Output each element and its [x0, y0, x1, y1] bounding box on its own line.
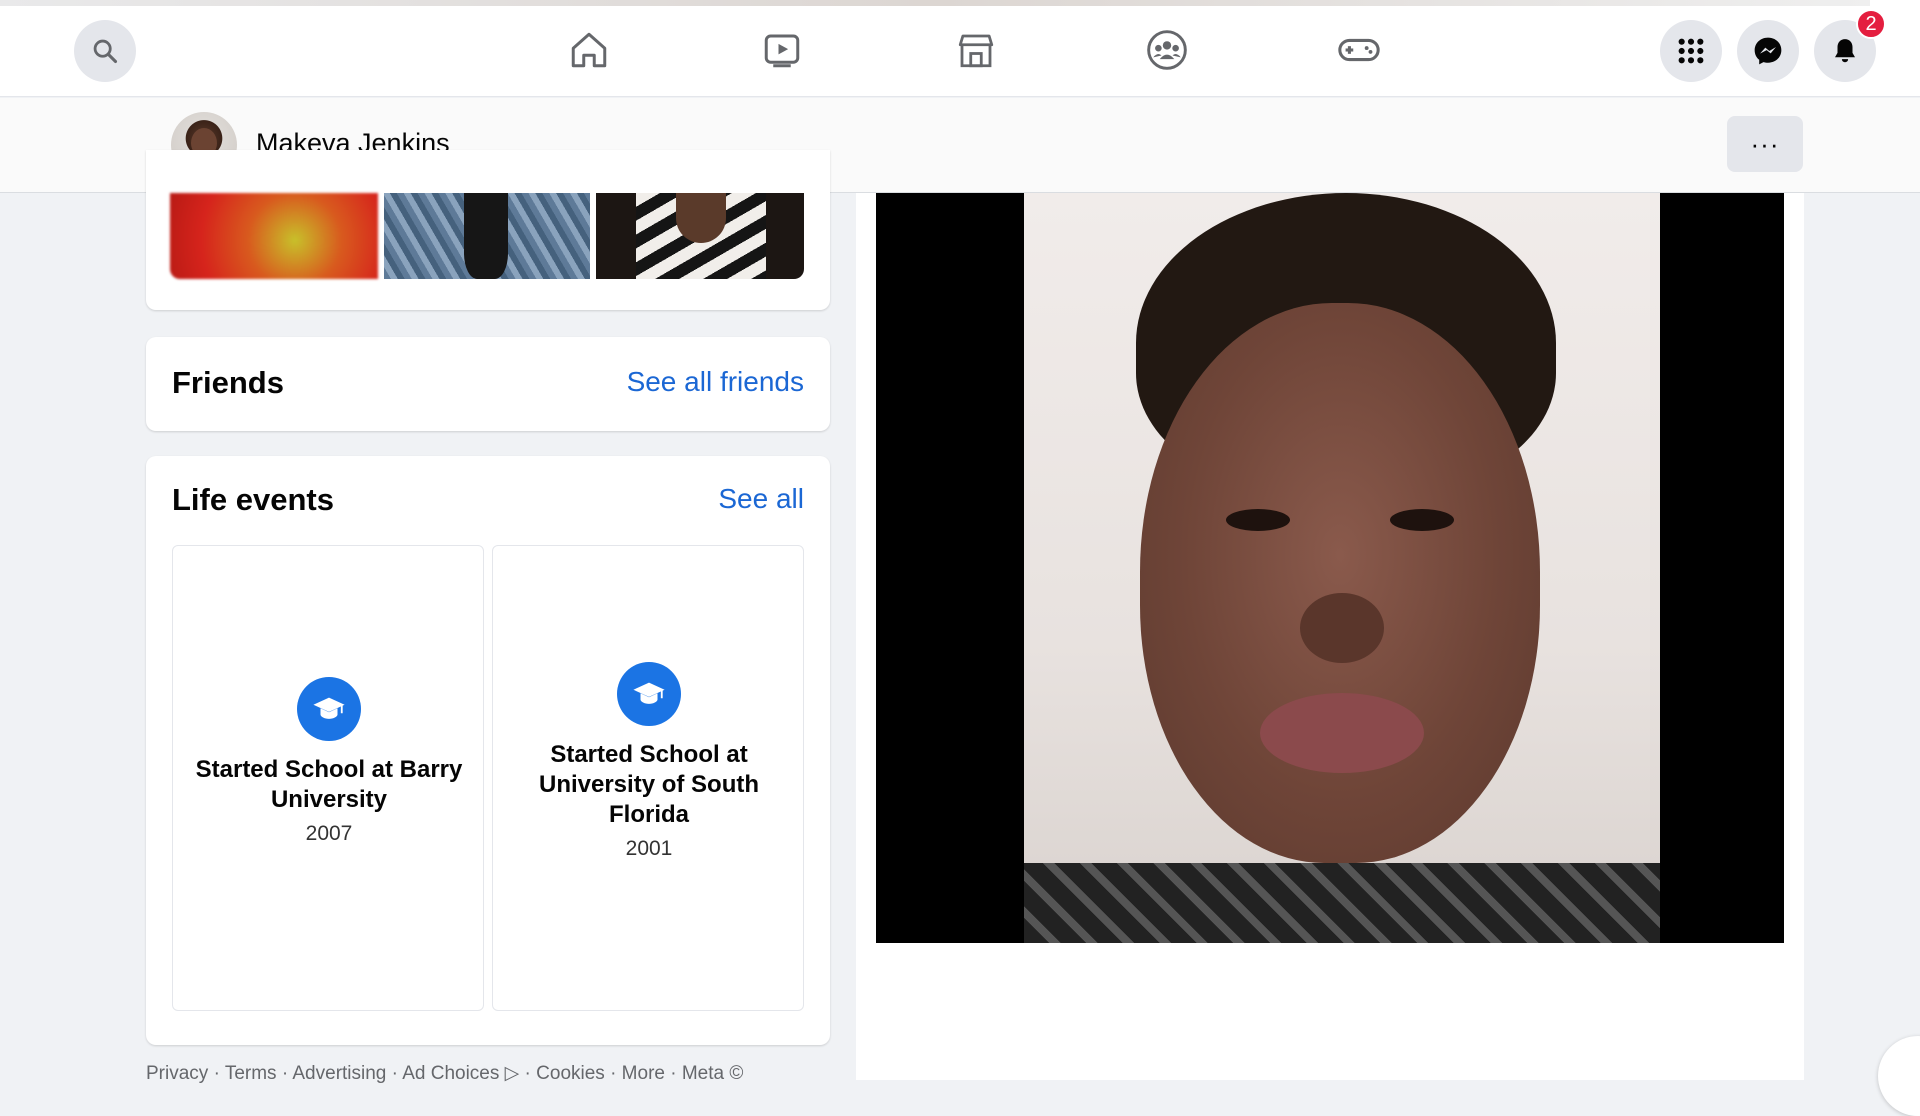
life-event-item[interactable]: Started School at University of South Fl… — [492, 545, 804, 1011]
life-event-title: Started School at Barry University — [195, 756, 463, 813]
photo-figure — [676, 193, 726, 243]
gaming-icon — [1336, 27, 1382, 73]
friends-card: Friends See all friends — [146, 337, 830, 431]
life-events-title: Life events — [172, 482, 334, 517]
life-event-item[interactable]: Started School at Barry University 2007 — [172, 545, 484, 1011]
groups-icon — [1145, 28, 1189, 72]
friends-title: Friends — [172, 365, 284, 400]
video-subject-face — [1140, 303, 1540, 863]
groups-tab[interactable] — [1143, 26, 1191, 74]
top-navigation-bar: 2 — [0, 0, 1920, 97]
photos-card — [146, 150, 830, 310]
video-subject-lips — [1260, 693, 1424, 773]
photo-thumbnail[interactable] — [170, 193, 378, 279]
watch-tab[interactable] — [758, 26, 806, 74]
new-message-button[interactable] — [1878, 1036, 1920, 1116]
bell-icon — [1830, 36, 1860, 66]
home-tab[interactable] — [565, 26, 613, 74]
gaming-tab[interactable] — [1335, 26, 1383, 74]
menu-button[interactable] — [1660, 20, 1722, 82]
watch-icon — [761, 29, 803, 71]
home-icon — [568, 29, 610, 71]
life-event-year: 2001 — [625, 837, 673, 860]
page-load-bar — [0, 0, 1870, 6]
video-subject-nose — [1300, 593, 1384, 663]
video-frame — [1024, 193, 1660, 943]
life-events-card: Life events See all Started School at Ba… — [146, 456, 830, 1045]
menu-grid-icon — [1675, 35, 1707, 67]
video-subject-shirt — [1024, 863, 1660, 943]
marketplace-tab[interactable] — [952, 26, 1000, 74]
notification-badge: 2 — [1856, 9, 1886, 39]
video-subject-eye — [1390, 509, 1454, 531]
life-event-title: Started School at University of South Fl… — [538, 741, 760, 828]
search-icon — [91, 37, 119, 65]
more-options-button[interactable]: ··· — [1727, 116, 1803, 172]
see-all-life-events-link[interactable]: See all — [718, 483, 804, 515]
video-subject-eye — [1226, 509, 1290, 531]
post-card — [856, 193, 1804, 1080]
graduation-cap-icon — [297, 677, 361, 741]
photo-figure — [464, 193, 508, 279]
marketplace-icon — [955, 29, 997, 71]
messenger-button[interactable] — [1737, 20, 1799, 82]
graduation-cap-icon — [617, 662, 681, 726]
photo-thumbnail[interactable] — [596, 193, 804, 279]
messenger-icon — [1752, 35, 1784, 67]
video-player[interactable] — [876, 193, 1784, 943]
see-all-friends-link[interactable]: See all friends — [627, 366, 804, 398]
search-button[interactable] — [74, 20, 136, 82]
footer-links[interactable]: Privacy · Terms · Advertising · Ad Choic… — [146, 1062, 743, 1085]
life-event-year: 2007 — [305, 822, 353, 845]
photo-thumbnail[interactable] — [384, 193, 590, 279]
